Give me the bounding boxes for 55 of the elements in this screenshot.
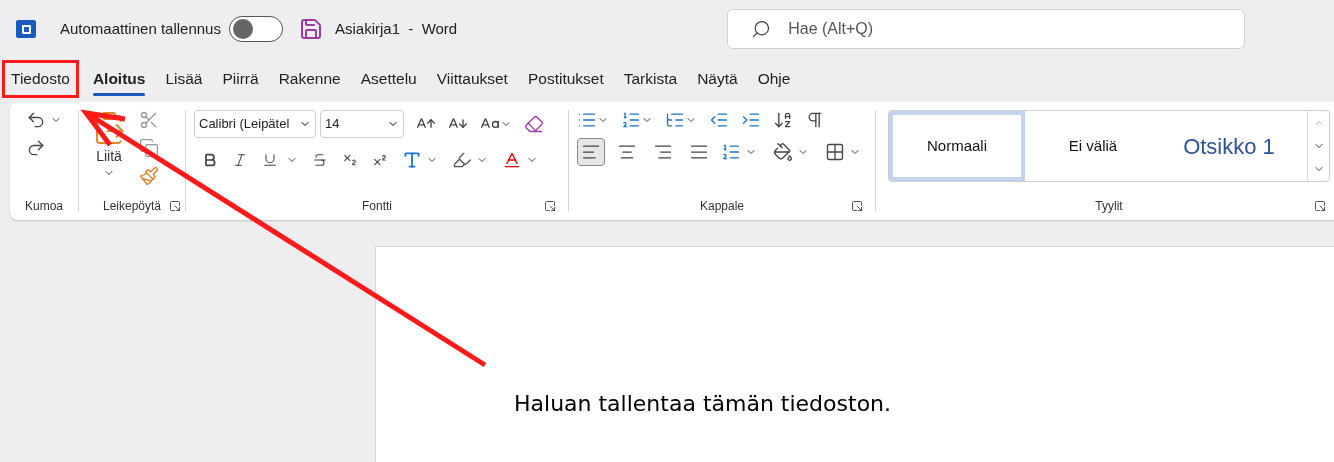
dialog-launcher-icon[interactable] (544, 200, 556, 212)
paste-button[interactable]: Liitä (79, 110, 139, 186)
sort-icon[interactable] (773, 110, 793, 130)
document-text: Haluan tallentaa tämän tiedoston. (514, 390, 893, 418)
style-gallery-item[interactable]: Ei väliä (1025, 111, 1161, 181)
group-label: Kappale (699, 198, 744, 215)
dialog-launcher-icon[interactable] (1314, 200, 1326, 212)
autosave-label: Automaattinen tallennus (60, 18, 221, 39)
group-label: Fontti (362, 198, 392, 215)
font-color-icon[interactable] (502, 150, 522, 170)
ribbon-tab[interactable]: Asettelu (354, 60, 423, 98)
text-effects-icon[interactable] (402, 150, 422, 170)
subscript-icon[interactable] (342, 152, 358, 168)
word-logo-icon[interactable] (16, 20, 36, 38)
ribbon-tab[interactable]: Lisää (159, 60, 209, 98)
line-spacing-icon[interactable] (721, 142, 741, 162)
dialog-launcher-icon[interactable] (851, 200, 863, 212)
group-label: Tyylit (1095, 198, 1123, 215)
style-gallery-item[interactable]: Normaali (889, 111, 1025, 181)
dialog-launcher-icon[interactable] (169, 200, 181, 212)
ribbon-tab[interactable]: Näytä (691, 60, 744, 98)
underline-icon[interactable] (262, 152, 278, 168)
redo-icon[interactable] (26, 138, 46, 158)
ribbon-tab[interactable]: Piirrä (216, 60, 265, 98)
copy-icon[interactable] (139, 138, 159, 158)
ribbon-tab[interactable]: Tarkista (617, 60, 684, 98)
italic-icon[interactable] (232, 152, 248, 168)
style-gallery-item[interactable]: Otsikko 1 (1161, 111, 1297, 181)
undo-icon[interactable] (26, 110, 46, 130)
search-icon (751, 19, 772, 39)
strikethrough-icon[interactable] (312, 152, 328, 168)
align-left-button[interactable] (577, 138, 605, 166)
borders-icon[interactable] (825, 142, 845, 162)
font-size-dropdown[interactable]: 14 (320, 110, 404, 138)
shading-icon[interactable] (773, 142, 793, 162)
scissors-icon[interactable] (139, 110, 159, 130)
paintbrush-icon[interactable] (139, 166, 159, 186)
highlighter-icon[interactable] (452, 150, 472, 170)
ribbon-tab[interactable]: Rakenne (272, 60, 347, 98)
group-label: Leikepöytä (102, 198, 161, 215)
superscript-icon[interactable] (372, 152, 388, 168)
document-title: Asiakirja1 - Word (334, 18, 458, 39)
ribbon-tab[interactable]: Viittaukset (430, 60, 514, 98)
search-field[interactable]: Hae (Alt+Q) (727, 9, 1246, 49)
ribbon-tab[interactable]: Aloitus (86, 60, 152, 98)
ribbon-tab[interactable]: Tiedosto (2, 60, 79, 98)
clear-formatting-icon[interactable] (524, 114, 544, 134)
bold-icon[interactable] (202, 152, 218, 168)
group-label: Kumoa (25, 198, 63, 215)
ribbon-tab[interactable]: Ohje (751, 60, 797, 98)
font-name-dropdown[interactable]: Calibri (Leipätel (194, 110, 316, 138)
autosave-toggle[interactable] (228, 16, 283, 42)
ribbon-tab[interactable]: Postitukset (521, 60, 610, 98)
save-icon[interactable] (298, 17, 323, 41)
numbering-icon[interactable] (621, 110, 641, 130)
